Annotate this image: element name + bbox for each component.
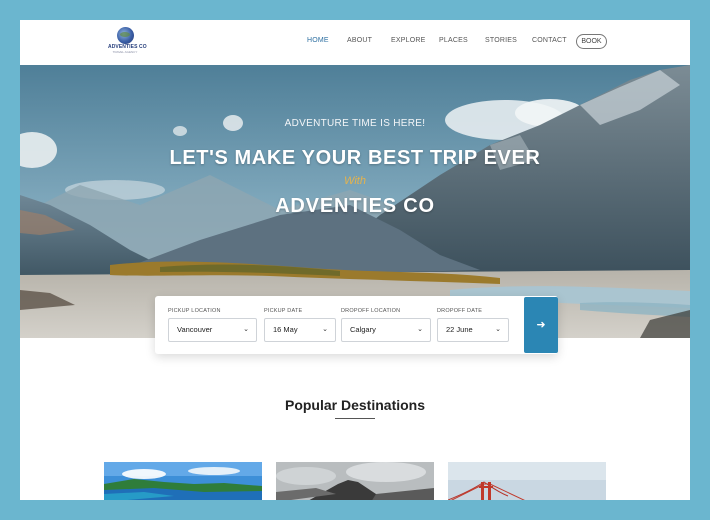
- popular-destinations-title: Popular Destinations: [284, 397, 426, 413]
- dropoff-location-select[interactable]: Calgary ⌄: [341, 318, 431, 342]
- chevron-down-icon: ⌄: [417, 326, 423, 333]
- chevron-down-icon: ⌄: [495, 326, 501, 333]
- dropoff-location-field: DROPOFF LOCATION Calgary ⌄: [341, 308, 431, 342]
- nav-item-places[interactable]: PLACES: [439, 37, 468, 44]
- top-nav: ADVENTIES CO TRAVEL AGENCY HOME ABOUT EX…: [20, 20, 690, 65]
- booking-form: PICKUP LOCATION Vancouver ⌄ PICKUP DATE …: [155, 296, 558, 354]
- chevron-down-icon: ⌄: [243, 326, 249, 333]
- hero-with: With: [344, 175, 366, 187]
- volcano-image: [276, 462, 434, 500]
- nav-item-contact[interactable]: CONTACT: [532, 37, 567, 44]
- logo-tagline: TRAVEL AGENCY: [112, 50, 138, 54]
- pickup-date-label: PICKUP DATE: [264, 308, 303, 314]
- destination-card-tropical-coast[interactable]: [104, 462, 262, 500]
- pickup-date-field: PICKUP DATE 16 May ⌄: [264, 308, 336, 342]
- page-frame: ADVENTIES CO TRAVEL AGENCY HOME ABOUT EX…: [20, 20, 690, 500]
- golden-gate-bridge-image: [448, 462, 606, 500]
- globe-icon: [116, 27, 134, 44]
- brand-logo[interactable]: ADVENTIES CO TRAVEL AGENCY: [108, 27, 147, 57]
- hero-brand: ADVENTIES CO: [275, 195, 435, 217]
- title-divider: [335, 418, 375, 419]
- destination-card-golden-gate-bridge[interactable]: [448, 462, 606, 500]
- pickup-location-select[interactable]: Vancouver ⌄: [168, 318, 257, 342]
- search-submit-button[interactable]: ➜: [524, 297, 558, 353]
- nav-item-about[interactable]: ABOUT: [347, 37, 372, 44]
- pickup-location-label: PICKUP LOCATION: [168, 308, 221, 314]
- book-button[interactable]: BOOK: [576, 34, 607, 49]
- destination-card-volcano[interactable]: [276, 462, 434, 500]
- dropoff-date-select[interactable]: 22 June ⌄: [437, 318, 509, 342]
- nav-item-home[interactable]: HOME: [307, 37, 329, 44]
- pickup-location-value: Vancouver: [177, 325, 213, 334]
- dropoff-location-value: Calgary: [350, 325, 376, 334]
- dropoff-date-label: DROPOFF DATE: [437, 308, 483, 314]
- hero-eyebrow: ADVENTURE TIME IS HERE!: [284, 118, 426, 129]
- chevron-down-icon: ⌄: [322, 326, 328, 333]
- pickup-date-value: 16 May: [273, 325, 298, 334]
- dropoff-date-field: DROPOFF DATE 22 June ⌄: [437, 308, 509, 342]
- hero-title: LET'S MAKE YOUR BEST TRIP EVER: [169, 147, 541, 169]
- pickup-location-field: PICKUP LOCATION Vancouver ⌄: [168, 308, 257, 342]
- nav-item-explore[interactable]: EXPLORE: [391, 37, 425, 44]
- arrow-right-icon: ➜: [536, 319, 546, 331]
- nav-item-stories[interactable]: STORIES: [485, 37, 517, 44]
- pickup-date-select[interactable]: 16 May ⌄: [264, 318, 336, 342]
- dropoff-location-label: DROPOFF LOCATION: [341, 308, 401, 314]
- dropoff-date-value: 22 June: [446, 325, 473, 334]
- tropical-coast-image: [104, 462, 262, 500]
